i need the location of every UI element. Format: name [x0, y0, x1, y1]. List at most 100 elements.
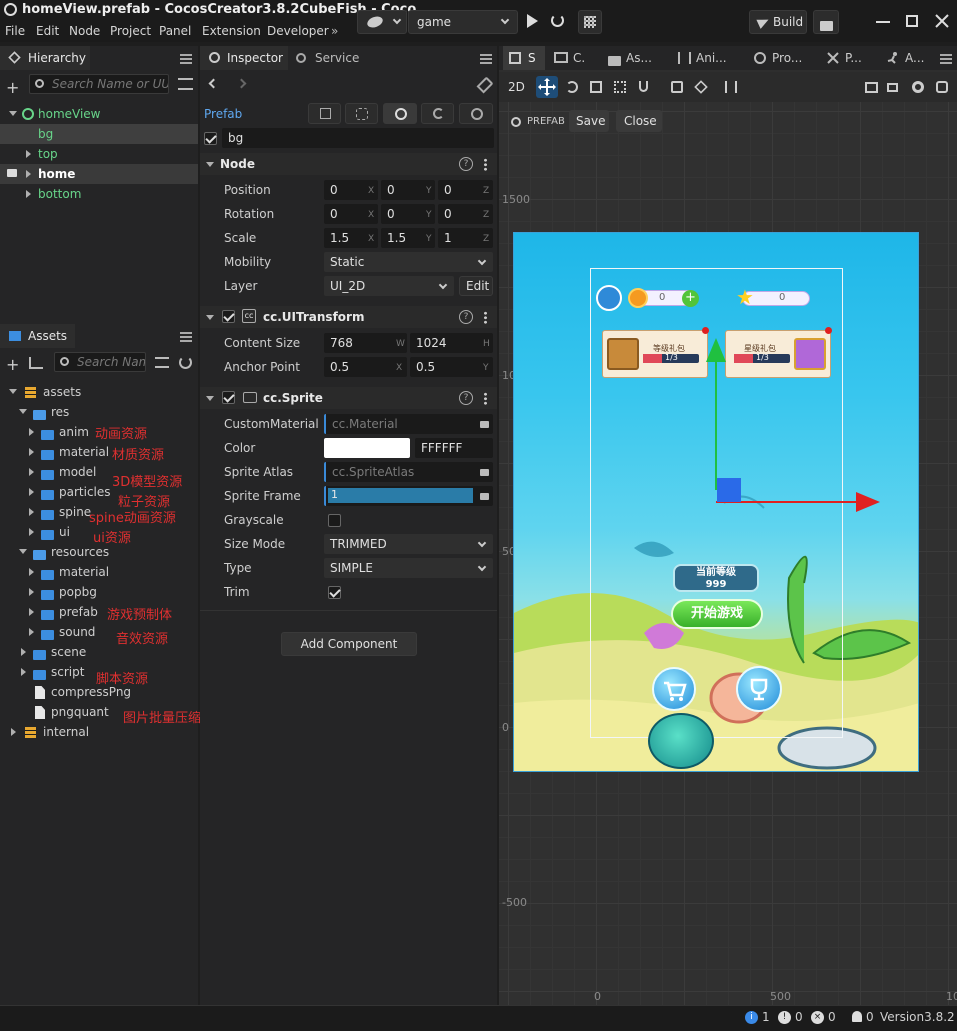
- hierarchy-node-homeview[interactable]: homeView: [0, 104, 198, 124]
- add-component-button[interactable]: Add Component: [281, 632, 417, 656]
- more-options-icon[interactable]: [484, 311, 487, 324]
- expand-icon[interactable]: [29, 528, 34, 536]
- expand-icon[interactable]: [21, 668, 26, 676]
- expand-icon[interactable]: [9, 389, 17, 394]
- layer-edit-button[interactable]: Edit: [459, 276, 493, 296]
- collapse-icon[interactable]: [206, 162, 214, 167]
- qr-preview-button[interactable]: [578, 10, 602, 34]
- start-game-button[interactable]: 开始游戏: [671, 599, 763, 629]
- tab-console[interactable]: C.: [551, 46, 599, 70]
- hierarchy-node-top[interactable]: top: [0, 144, 198, 164]
- gizmo-center-handle[interactable]: [717, 478, 741, 502]
- menu-developer[interactable]: Developer: [267, 24, 329, 38]
- warning-icon[interactable]: !: [778, 1011, 791, 1024]
- camera-view-button[interactable]: [860, 76, 882, 98]
- coordinate-toggle-button[interactable]: [690, 76, 712, 98]
- tab-scene[interactable]: S: [503, 46, 545, 70]
- menu-project[interactable]: Project: [110, 24, 151, 38]
- expand-icon[interactable]: [29, 448, 34, 456]
- tab-service[interactable]: Service: [288, 46, 368, 70]
- open-folder-button[interactable]: [813, 10, 839, 34]
- tab-project-settings[interactable]: Pro...: [752, 46, 812, 70]
- sprite-frame-field[interactable]: 1: [324, 486, 493, 506]
- sort-icon[interactable]: [29, 357, 43, 369]
- platform-select[interactable]: [357, 10, 407, 34]
- scene-settings-button[interactable]: [907, 76, 929, 98]
- asset-item-res[interactable]: res: [0, 402, 198, 422]
- color-swatch[interactable]: [324, 438, 410, 458]
- gizmo-y-axis[interactable]: [715, 358, 717, 490]
- asset-item-material[interactable]: material: [0, 442, 198, 462]
- hierarchy-node-bottom[interactable]: bottom: [0, 184, 198, 204]
- anchor-y-input[interactable]: 0.5: [410, 357, 493, 377]
- build-button[interactable]: Build: [749, 10, 807, 34]
- expand-icon[interactable]: [19, 409, 27, 414]
- anchor-x-input[interactable]: 0.5: [324, 357, 407, 377]
- prefab-save-button[interactable]: Save: [569, 110, 609, 132]
- menu-file[interactable]: File: [5, 24, 25, 38]
- component-enable-checkbox[interactable]: [222, 391, 235, 404]
- info-icon[interactable]: i: [745, 1011, 758, 1024]
- menu-edit[interactable]: Edit: [36, 24, 59, 38]
- tab-animator[interactable]: A...: [885, 46, 930, 70]
- maximize-button[interactable]: [906, 15, 918, 27]
- asset-item-material-2[interactable]: material: [0, 562, 198, 582]
- gizmo-x-arrow[interactable]: [856, 492, 880, 512]
- snap-tool-button[interactable]: [633, 76, 655, 98]
- uitransform-section-header[interactable]: cc cc.UITransform: [200, 306, 497, 328]
- hierarchy-menu-icon[interactable]: [180, 54, 192, 64]
- prefab-apply-button[interactable]: [459, 103, 493, 124]
- inspector-menu-icon[interactable]: [480, 54, 492, 64]
- collapse-icon[interactable]: [206, 315, 214, 320]
- expand-icon[interactable]: [29, 508, 34, 516]
- sort-icon[interactable]: [178, 78, 193, 90]
- more-options-icon[interactable]: [484, 158, 487, 171]
- gizmo-y-arrow[interactable]: [706, 338, 726, 362]
- lock-icon[interactable]: [7, 169, 17, 177]
- content-width-input[interactable]: 768: [324, 333, 407, 353]
- tab-asset-preview[interactable]: As...: [605, 46, 665, 70]
- expand-icon[interactable]: [26, 150, 31, 158]
- node-name-input[interactable]: bg: [222, 128, 494, 148]
- bell-icon[interactable]: [852, 1011, 862, 1022]
- type-select[interactable]: SIMPLE: [324, 558, 493, 578]
- play-button[interactable]: [527, 14, 538, 28]
- tab-assets[interactable]: Assets: [0, 324, 75, 348]
- pivot-toggle-button[interactable]: [666, 76, 688, 98]
- rect-tool-button[interactable]: [609, 76, 631, 98]
- align-tool-button[interactable]: [720, 76, 742, 98]
- menu-node[interactable]: Node: [69, 24, 100, 38]
- asset-item-popbg[interactable]: popbg: [0, 582, 198, 602]
- star-gift-card[interactable]: 星级礼包 1/3: [725, 327, 832, 378]
- mobility-select[interactable]: Static: [324, 252, 493, 272]
- expand-icon[interactable]: [29, 428, 34, 436]
- more-options-icon[interactable]: [484, 392, 487, 405]
- add-asset-button[interactable]: +: [6, 355, 19, 374]
- level-gift-card[interactable]: 等级礼包 1/3: [602, 327, 709, 378]
- minimize-button[interactable]: [876, 21, 890, 23]
- help-icon[interactable]: ?: [459, 157, 473, 171]
- menu-extension[interactable]: Extension: [202, 24, 261, 38]
- expand-icon[interactable]: [29, 468, 34, 476]
- assets-menu-icon[interactable]: [180, 332, 192, 342]
- hierarchy-node-home[interactable]: home: [0, 164, 198, 184]
- tab-inspector[interactable]: Inspector: [200, 46, 288, 70]
- expand-icon[interactable]: [11, 728, 16, 736]
- prefab-unlink-button[interactable]: [345, 103, 378, 124]
- trim-checkbox[interactable]: [328, 586, 341, 599]
- grayscale-checkbox[interactable]: [328, 514, 341, 527]
- tab-animation[interactable]: Ani...: [676, 46, 746, 70]
- refresh-icon[interactable]: [179, 356, 192, 369]
- component-enable-checkbox[interactable]: [222, 310, 235, 323]
- shop-button[interactable]: [652, 667, 696, 711]
- expand-icon[interactable]: [26, 170, 31, 178]
- scene-select[interactable]: game: [408, 10, 518, 34]
- expand-icon[interactable]: [9, 111, 17, 116]
- color-hex-input[interactable]: FFFFFF: [415, 438, 493, 458]
- asset-item-scene[interactable]: scene: [0, 642, 198, 662]
- rank-button[interactable]: [736, 666, 782, 712]
- layer-select[interactable]: UI_2D: [324, 276, 454, 296]
- scene-menu-icon[interactable]: [940, 54, 952, 64]
- add-node-button[interactable]: +: [6, 78, 19, 97]
- expand-icon[interactable]: [29, 488, 34, 496]
